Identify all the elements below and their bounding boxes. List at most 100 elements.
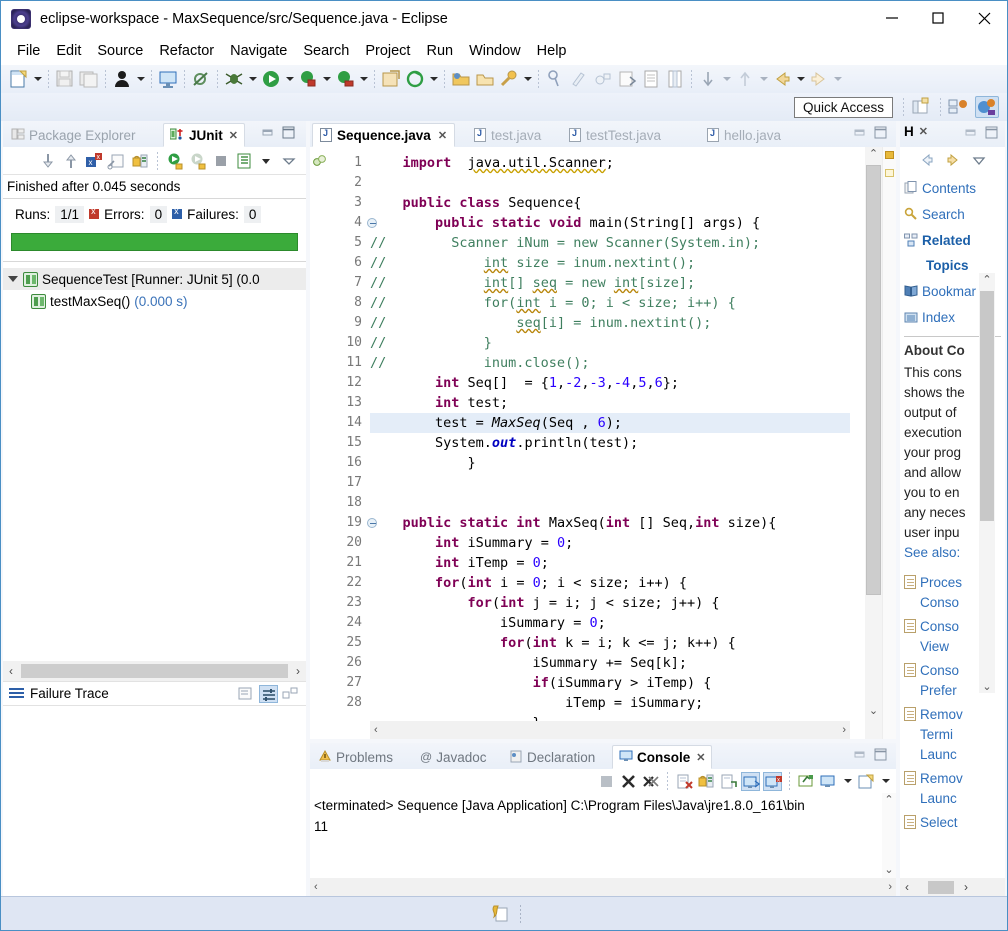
run-external-tools-icon[interactable] <box>297 68 319 90</box>
external-tools-dropdown-icon[interactable] <box>320 68 333 90</box>
tab-test-java[interactable]: test.java <box>467 123 548 147</box>
menu-navigate[interactable]: Navigate <box>222 41 295 61</box>
new-wizard-icon[interactable] <box>8 68 30 90</box>
user-icon[interactable] <box>111 68 133 90</box>
code-line[interactable]: int iSummary = 0; <box>370 533 850 553</box>
scroll-right-icon[interactable]: › <box>964 880 968 894</box>
scroll-right-icon[interactable]: › <box>888 881 892 893</box>
remove-launch-icon[interactable] <box>619 772 638 791</box>
display-selected-console-icon[interactable] <box>741 771 761 791</box>
new-console-view-icon[interactable] <box>797 772 816 791</box>
user-dropdown-icon[interactable] <box>134 68 147 90</box>
next-edit-dropdown-icon[interactable] <box>757 68 770 90</box>
open-type-icon[interactable] <box>450 68 472 90</box>
tab-help[interactable]: H ✕ <box>904 124 928 139</box>
code-line[interactable]: for(int j = i; j < size; j++) { <box>370 593 850 613</box>
scroll-left-icon[interactable]: ‹ <box>314 881 318 893</box>
help-link-related-topics[interactable]: Related <box>904 227 1005 253</box>
view-menu-icon[interactable] <box>280 151 300 171</box>
annotation-ruler[interactable] <box>310 147 328 739</box>
back-dropdown-icon[interactable] <box>794 68 807 90</box>
code-line[interactable]: // Scanner iNum = new Scanner(System.in)… <box>370 233 850 253</box>
tree-row-test[interactable]: testMaxSeq() (0.000 s) <box>3 290 306 312</box>
toggle-mark-occurrences-icon[interactable] <box>568 68 590 90</box>
tab-javadoc[interactable]: @ Javadoc <box>414 745 492 769</box>
forward-dropdown-icon[interactable] <box>831 68 844 90</box>
view-menu-icon[interactable] <box>281 685 300 703</box>
menu-search[interactable]: Search <box>295 41 357 61</box>
code-line[interactable]: // for(int i = 0; i < size; i++) { <box>370 293 850 313</box>
code-line[interactable]: System.out.println(test); <box>370 433 850 453</box>
next-annotation-icon[interactable] <box>616 68 638 90</box>
scroll-lock-icon[interactable] <box>697 772 716 791</box>
code-line[interactable]: // } <box>370 333 850 353</box>
menu-source[interactable]: Source <box>89 41 151 61</box>
new-package-icon[interactable] <box>404 68 426 90</box>
close-icon[interactable]: ✕ <box>696 751 705 764</box>
scroll-left-icon[interactable]: ‹ <box>900 880 914 894</box>
previous-edit-dropdown-icon[interactable] <box>720 68 733 90</box>
code-line[interactable] <box>370 473 850 493</box>
overview-info-marker[interactable] <box>885 169 894 177</box>
toggle-breadcrumb-icon[interactable] <box>592 68 614 90</box>
minimize-help-icon[interactable] <box>965 127 979 139</box>
console-output[interactable]: <terminated> Sequence [Java Application]… <box>310 793 896 878</box>
open-task-icon[interactable] <box>474 68 496 90</box>
next-failure-icon[interactable] <box>38 151 58 171</box>
code-line[interactable]: for(int k = i; k <= j; k++) { <box>370 633 850 653</box>
help-reference-link[interactable]: Remov Launc <box>900 771 1005 811</box>
menu-window[interactable]: Window <box>461 41 529 61</box>
close-button[interactable] <box>961 1 1007 35</box>
debug-icon[interactable] <box>223 68 245 90</box>
scroll-down-icon[interactable]: ⌄ <box>979 680 995 693</box>
forward-icon[interactable] <box>945 153 961 167</box>
java-ee-perspective-icon[interactable] <box>975 96 999 118</box>
maximize-console-icon[interactable] <box>874 748 888 761</box>
code-line[interactable] <box>370 173 850 193</box>
new-console-icon[interactable] <box>157 68 179 90</box>
code-line[interactable]: // int size = inum.nextint(); <box>370 253 850 273</box>
tab-testtest-java[interactable]: testTest.java <box>562 123 668 147</box>
new-wizard-dropdown-icon[interactable] <box>31 68 44 90</box>
coverage-dropdown-icon[interactable] <box>357 68 370 90</box>
minimize-view-icon[interactable] <box>262 127 276 139</box>
new-package-dropdown-icon[interactable] <box>427 68 440 90</box>
maximize-help-icon[interactable] <box>985 126 999 139</box>
block-selection-icon[interactable] <box>664 68 686 90</box>
code-line[interactable]: int iTemp = 0; <box>370 553 850 573</box>
view-menu-icon[interactable] <box>971 153 987 167</box>
open-console-icon[interactable]: x <box>763 771 782 791</box>
minimize-button[interactable] <box>869 1 915 35</box>
java-perspective-icon[interactable] <box>947 96 971 118</box>
close-icon[interactable]: ✕ <box>919 125 928 138</box>
code-line[interactable]: iSummary += Seq[k]; <box>370 653 850 673</box>
show-whitespace-icon[interactable] <box>640 68 662 90</box>
close-icon[interactable]: ✕ <box>229 129 238 142</box>
help-reference-link[interactable]: Select <box>900 815 1005 835</box>
scroll-thumb[interactable] <box>980 291 994 521</box>
forward-icon[interactable] <box>808 68 830 90</box>
code-line[interactable]: for(int i = 0; i < size; i++) { <box>370 573 850 593</box>
run-coverage-icon[interactable] <box>334 68 356 90</box>
menu-file[interactable]: File <box>9 41 48 61</box>
menu-project[interactable]: Project <box>357 41 418 61</box>
new-java-project-icon[interactable] <box>380 68 402 90</box>
scroll-up-icon[interactable]: ⌃ <box>979 273 995 286</box>
test-run-history-icon[interactable] <box>234 151 254 171</box>
clear-console-icon[interactable] <box>675 772 694 791</box>
tab-sequence-java[interactable]: Sequence.java ✕ <box>312 123 456 147</box>
search-dropdown-icon[interactable] <box>521 68 534 90</box>
code-line[interactable]: // seq[i] = inum.nextint(); <box>370 313 850 333</box>
debug-dropdown-icon[interactable] <box>246 68 259 90</box>
code-line[interactable]: iSummary = 0; <box>370 613 850 633</box>
code-line[interactable]: // int[] seq = new int[size]; <box>370 273 850 293</box>
tree-row-suite[interactable]: SequenceTest [Runner: JUnit 5] (0.0 <box>3 268 306 290</box>
next-edit-icon[interactable] <box>734 68 756 90</box>
junit-tree-hscrollbar[interactable]: ‹ › <box>3 661 306 681</box>
lock-session-icon[interactable] <box>130 151 150 171</box>
menu-help[interactable]: Help <box>529 41 575 61</box>
code-line[interactable]: public static void main(String[] args) { <box>370 213 850 233</box>
code-line[interactable]: int test; <box>370 393 850 413</box>
pin-editor-icon[interactable] <box>544 68 566 90</box>
back-icon[interactable] <box>919 153 935 167</box>
